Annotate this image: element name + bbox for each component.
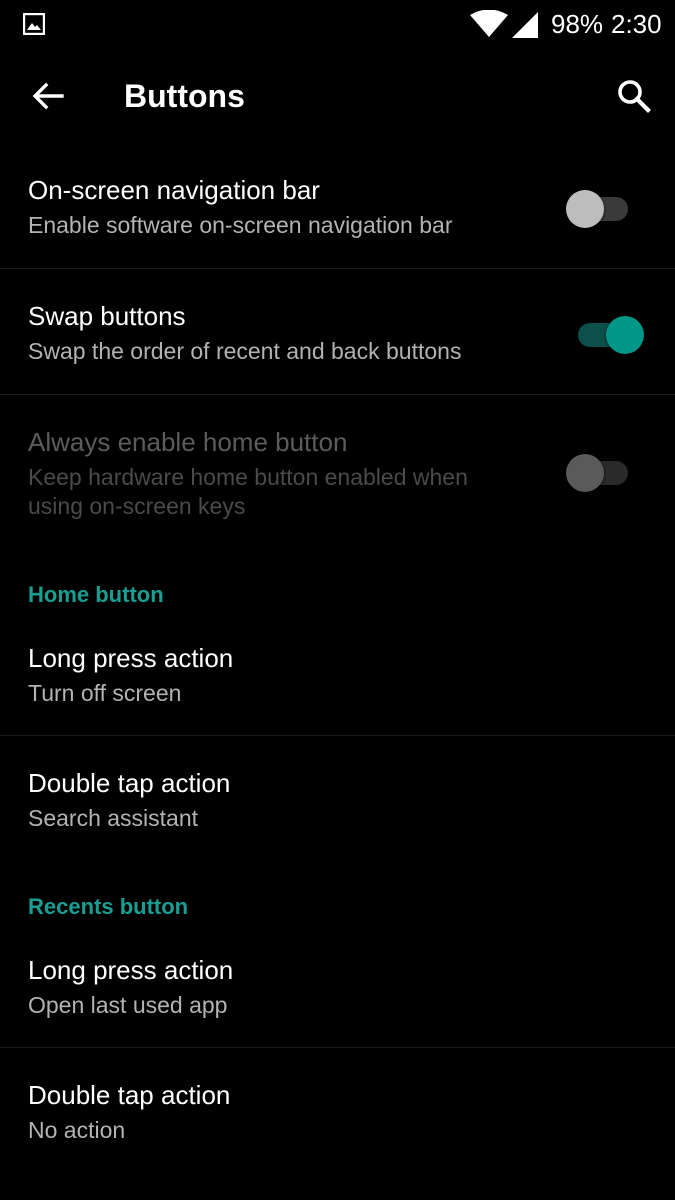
toggle-thumb <box>606 316 644 354</box>
battery-percentage: 98% <box>551 9 604 39</box>
setting-summary-line2: using on-screen keys <box>28 493 246 519</box>
nav-bar-toggle[interactable] <box>566 186 636 228</box>
search-icon <box>618 80 651 113</box>
setting-nav-bar[interactable]: On-screen navigation bar Enable software… <box>0 144 675 268</box>
always-home-toggle <box>566 450 636 492</box>
setting-home-double-tap[interactable]: Double tap action Search assistant <box>0 736 675 860</box>
toggle-thumb <box>566 190 604 228</box>
setting-title: Swap buttons <box>28 301 186 331</box>
image-icon <box>23 13 45 35</box>
setting-title: Double tap action <box>28 768 231 798</box>
setting-summary: No action <box>28 1117 126 1143</box>
setting-summary: Enable software on-screen navigation bar <box>28 212 453 238</box>
status-bar: 98% 2:30 <box>0 0 675 48</box>
setting-title: Long press action <box>28 955 234 985</box>
page-title: Buttons <box>124 78 245 114</box>
back-arrow-icon <box>32 82 64 110</box>
setting-summary-line1: Keep hardware home button enabled when <box>28 464 468 490</box>
section-header-home: Home button <box>28 582 164 607</box>
setting-title: On-screen navigation bar <box>28 175 320 205</box>
wifi-icon <box>470 10 508 37</box>
toggle-thumb <box>566 454 604 492</box>
setting-always-home-button: Always enable home button Keep hardware … <box>0 395 675 545</box>
setting-title: Double tap action <box>28 1080 231 1110</box>
setting-summary: Search assistant <box>28 805 199 831</box>
setting-summary: Turn off screen <box>28 680 182 706</box>
search-button[interactable] <box>608 70 660 122</box>
toolbar: Buttons <box>0 48 675 144</box>
setting-recents-double-tap[interactable]: Double tap action No action <box>0 1048 675 1172</box>
setting-title: Long press action <box>28 643 234 673</box>
section-header-recents: Recents button <box>28 894 189 919</box>
swap-buttons-toggle[interactable] <box>570 312 644 354</box>
setting-summary: Swap the order of recent and back button… <box>28 338 462 364</box>
setting-home-long-press[interactable]: Long press action Turn off screen <box>0 612 675 735</box>
setting-summary: Open last used app <box>28 992 228 1018</box>
back-button[interactable] <box>22 70 74 122</box>
clock: 2:30 <box>611 9 662 39</box>
setting-swap-buttons[interactable]: Swap buttons Swap the order of recent an… <box>0 269 675 394</box>
cell-signal-icon <box>512 12 538 38</box>
setting-title: Always enable home button <box>28 427 348 457</box>
setting-recents-long-press[interactable]: Long press action Open last used app <box>0 924 675 1047</box>
